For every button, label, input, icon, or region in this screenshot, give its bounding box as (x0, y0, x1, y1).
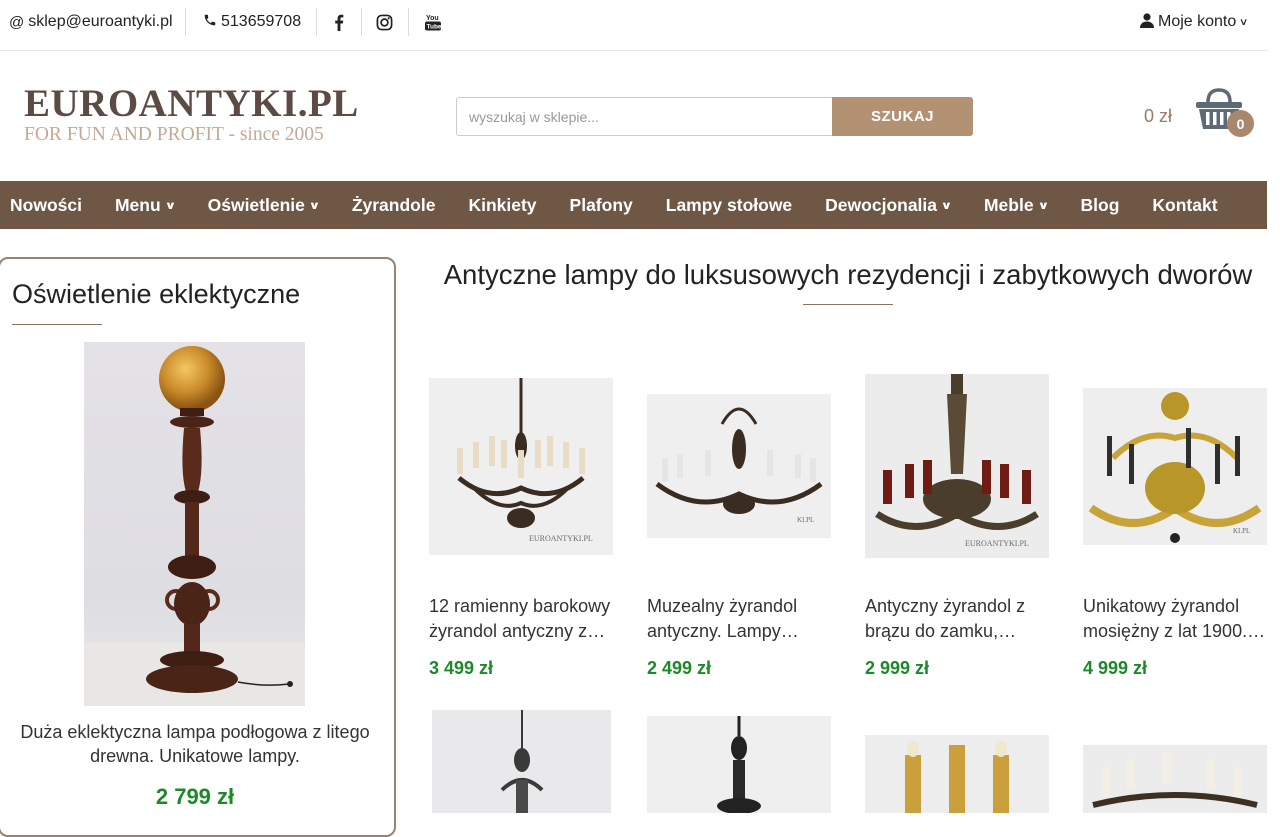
top-bar: @ sklep@euroantyki.pl 513659708 You Tube … (0, 0, 1268, 51)
product-image[interactable] (1083, 745, 1267, 813)
title-underline (803, 304, 893, 305)
site-logo[interactable]: EUROANTYKI.PL FOR FUN AND PROFIT - since… (24, 84, 364, 146)
facebook-icon[interactable] (324, 0, 354, 44)
svg-text:KI.PL: KI.PL (1233, 527, 1250, 535)
nav-label: Menu (114, 194, 161, 215)
chevron-down-icon: ∨ (164, 199, 176, 212)
at-icon: @ (9, 13, 25, 31)
main-navigation: Nowości Menu ∨ Oświetlenie ∨ Żyrandole Kin… (0, 181, 1267, 229)
nav-item-nowosci[interactable]: Nowości (10, 195, 82, 216)
featured-product-price: 2 799 zł (155, 784, 235, 809)
divider (361, 8, 362, 36)
nav-label: Nowości (10, 194, 82, 215)
nav-item-zyrandole[interactable]: Żyrandole (352, 195, 436, 216)
account-menu[interactable]: Moje konto ∨ (1140, 0, 1249, 44)
nav-label: Lampy stołowe (665, 194, 793, 215)
divider (316, 8, 317, 36)
svg-text:EUROANTYKI.PL: EUROANTYKI.PL (529, 534, 593, 543)
product-image[interactable]: EUROANTYKI.PL (429, 378, 613, 555)
nav-label: Kinkiety (468, 194, 537, 215)
nav-label: Plafony (569, 194, 633, 215)
email-text: sklep@euroantyki.pl (28, 13, 173, 30)
product-image[interactable]: EUROANTYKI.PL (865, 374, 1049, 558)
svg-text:EUROANTYKI.PL: EUROANTYKI.PL (965, 539, 1029, 548)
nav-item-kontakt[interactable]: Kontakt (1152, 195, 1217, 216)
product-price: 2 999 zł (865, 658, 930, 678)
phone-icon (203, 13, 217, 31)
section-title: Antyczne lampy do luksusowych rezydencji… (443, 259, 1253, 290)
phone-text: 513659708 (221, 13, 302, 30)
chevron-down-icon: ∨ (940, 199, 953, 212)
svg-text:KI.PL: KI.PL (797, 516, 814, 524)
nav-item-blog[interactable]: Blog (1081, 195, 1120, 216)
svg-text:Tube: Tube (427, 24, 442, 31)
product-image[interactable]: KI.PL (647, 394, 831, 538)
nav-item-dewocjonalia[interactable]: Dewocjonalia ∨ (825, 194, 953, 216)
svg-text:You: You (426, 15, 439, 22)
product-image[interactable] (647, 716, 831, 813)
user-icon (1140, 12, 1154, 32)
product-price: 4 999 zł (1083, 658, 1148, 678)
youtube-icon[interactable]: You Tube (418, 0, 448, 44)
phone-link[interactable]: 513659708 (203, 0, 301, 44)
chevron-down-icon: ∨ (308, 199, 321, 212)
nav-label: Oświetlenie (207, 194, 305, 215)
product-price: 3 499 zł (429, 658, 494, 678)
product-name[interactable]: 12 ramienny barokowy żyrandol antyczny z… (429, 594, 619, 644)
divider (408, 8, 409, 36)
product-image[interactable] (432, 710, 611, 813)
logo-tagline: FOR FUN AND PROFIT - since 2005 (24, 124, 324, 145)
product-image[interactable]: KI.PL (1083, 388, 1267, 545)
product-name[interactable]: Antyczny żyrandol z brązu do zamku,… (865, 594, 1055, 644)
featured-product-image[interactable] (84, 342, 305, 706)
chevron-down-icon: ∨ (1037, 199, 1049, 212)
product-name[interactable]: Muzealny żyrandol antyczny. Lampy… (647, 594, 837, 644)
nav-item-menu[interactable]: Menu ∨ (114, 194, 176, 216)
chevron-down-icon: ∨ (1239, 16, 1249, 28)
product-name[interactable]: Unikatowy żyrandol mosiężny z lat 1900.… (1083, 594, 1273, 644)
nav-label: Meble (983, 194, 1034, 215)
cart-total[interactable]: 0 zł (1144, 106, 1172, 127)
product-price: 2 499 zł (647, 658, 712, 678)
cart-count-badge: 0 (1227, 110, 1254, 137)
nav-item-kinkiety[interactable]: Kinkiety (468, 195, 536, 216)
nav-item-lampy-stolowe[interactable]: Lampy stołowe (666, 195, 792, 216)
nav-label: Blog (1080, 194, 1120, 215)
instagram-icon[interactable] (369, 0, 399, 44)
nav-label: Kontakt (1152, 194, 1218, 215)
divider (185, 8, 186, 36)
account-label: Moje konto (1158, 13, 1237, 30)
nav-item-meble[interactable]: Meble ∨ (983, 194, 1049, 216)
title-underline (12, 324, 102, 325)
nav-item-oswietlenie[interactable]: Oświetlenie ∨ (207, 194, 321, 216)
nav-item-plafony[interactable]: Plafony (570, 195, 633, 216)
product-image[interactable] (865, 735, 1049, 813)
search-input[interactable] (456, 97, 832, 136)
email-link[interactable]: @ sklep@euroantyki.pl (9, 0, 173, 44)
search-bar: SZUKAJ (456, 97, 973, 136)
sidebar-title: Oświetlenie eklektyczne (12, 279, 301, 309)
search-button[interactable]: SZUKAJ (832, 97, 973, 136)
nav-label: Dewocjonalia (825, 194, 938, 215)
featured-product-name[interactable]: Duża eklektyczna lampa podłogowa z liteg… (10, 720, 380, 768)
logo-title: EUROANTYKI.PL (24, 82, 359, 125)
nav-label: Żyrandole (351, 194, 436, 215)
